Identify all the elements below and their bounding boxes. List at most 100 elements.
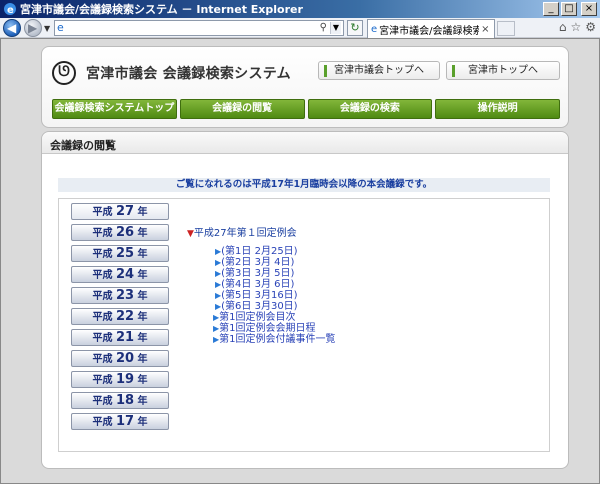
year-button-h18[interactable]: 平成 18 年 [71,392,169,409]
window-title-bar: e 宮津市議会/会議録検索システム － Internet Explorer _ … [0,0,600,18]
link-marker-icon [324,65,327,77]
year-number: 22 [115,309,135,324]
year-button-h17[interactable]: 平成 17 年 [71,413,169,430]
session-doc-label: 第1回定例会付議事件一覧 [219,334,336,345]
back-button[interactable]: ◀ [3,19,21,37]
session-doc-label: 第1回定例会会期日程 [219,323,316,334]
session-day-link-1[interactable]: ▶(第1日 2月25日) [215,246,336,257]
year-prefix: 平成 [92,375,113,386]
year-button-h25[interactable]: 平成 25 年 [71,245,169,262]
year-prefix: 平成 [92,312,113,323]
year-button-h22[interactable]: 平成 22 年 [71,308,169,325]
session-agenda-link[interactable]: ▶第1回定例会付議事件一覧 [213,334,336,345]
session-day-label: (第2日 3月 4日) [221,257,295,268]
year-suffix: 年 [137,228,148,239]
home-icon[interactable]: ⌂ [559,20,567,34]
site-header: ᘎ 宮津市議会 会議録検索システム 宮津市議会トップへ 宮津市トップへ 会議録検… [41,46,569,128]
year-number: 24 [115,267,135,282]
year-prefix: 平成 [92,396,113,407]
year-number: 18 [115,393,135,408]
year-suffix: 年 [137,291,148,302]
section-header: 会議録の閲覧 [42,132,568,154]
forward-button[interactable]: ▶ [24,19,42,37]
year-prefix: 平成 [92,333,113,344]
year-prefix: 平成 [92,291,113,302]
ie-logo-icon: e [3,2,17,16]
session-day-list: ▶(第1日 2月25日) ▶(第2日 3月 4日) ▶(第3日 3月 5日) ▶… [213,246,336,345]
session-day-label: (第5日 3月16日) [221,290,298,301]
session-day-label: (第1日 2月25日) [221,246,298,257]
arrow-right-icon: ▶ [28,21,38,35]
session-doc-label: 第1回定例会目次 [219,312,296,323]
address-dropdown-icon[interactable]: ▼ [330,22,341,34]
page-icon: e [57,21,64,34]
year-number: 27 [115,204,135,219]
arrow-left-icon: ◀ [7,21,17,35]
session-day-link-2[interactable]: ▶(第2日 3月 4日) [215,257,336,268]
session-schedule-link[interactable]: ▶第1回定例会会期日程 [213,323,336,334]
session-day-link-4[interactable]: ▶(第4日 3月 6日) [215,279,336,290]
site-title: 宮津市議会 会議録検索システム [86,66,291,82]
favorites-star-icon[interactable]: ☆ [570,20,581,34]
session-day-label: (第4日 3月 6日) [221,279,295,290]
search-icon[interactable]: ⚲ [320,22,327,33]
session-toc-link[interactable]: ▶第1回定例会目次 [213,312,336,323]
menu-system-top[interactable]: 会議録検索システムトップ [52,99,177,119]
session-day-link-6[interactable]: ▶(第6日 3月30日) [215,301,336,312]
year-suffix: 年 [137,333,148,344]
refresh-button[interactable]: ↻ [347,20,363,36]
close-button[interactable]: × [581,2,597,16]
year-button-h27[interactable]: 平成 27 年 [71,203,169,220]
year-number: 23 [115,288,135,303]
minutes-frame: 平成 27 年 平成 26 年 平成 25 年 平成 24 年 平成 23 年 … [58,198,550,452]
link-marker-icon [452,65,455,77]
city-top-link-label: 宮津市トップへ [468,65,538,76]
year-number: 25 [115,246,135,261]
year-button-h21[interactable]: 平成 21 年 [71,329,169,346]
browser-tab[interactable]: e 宮津市議会/会議録検索シ... × [367,19,495,38]
year-button-h26[interactable]: 平成 26 年 [71,224,169,241]
availability-notice: ご覧になれるのは平成17年1月臨時会以降の本会議録です。 [58,178,550,192]
session-day-label: (第3日 3月 5日) [221,268,295,279]
session-day-link-3[interactable]: ▶(第3日 3月 5日) [215,268,336,279]
red-triangle-icon: ▼ [187,229,194,239]
session-list: ▼平成27年第１回定例会 ▶(第1日 2月25日) ▶(第2日 3月 4日) ▶… [187,224,336,345]
year-suffix: 年 [137,396,148,407]
history-dropdown-icon[interactable]: ▼ [44,24,50,33]
year-button-h24[interactable]: 平成 24 年 [71,266,169,283]
year-prefix: 平成 [92,228,113,239]
council-top-link[interactable]: 宮津市議会トップへ [318,61,440,80]
menu-search-minutes[interactable]: 会議録の検索 [307,99,433,119]
year-suffix: 年 [137,417,148,428]
session-heading-label: 平成27年第１回定例会 [193,228,297,239]
year-button-h19[interactable]: 平成 19 年 [71,371,169,388]
browser-nav-bar: ◀ ▶ ▼ e ⚲ ▼ ↻ e 宮津市議会/会議録検索シ... × ⌂ ☆ ⚙ [0,18,600,38]
year-button-h20[interactable]: 平成 20 年 [71,350,169,367]
year-suffix: 年 [137,312,148,323]
council-top-link-label: 宮津市議会トップへ [334,65,424,76]
minimize-button[interactable]: _ [543,2,559,16]
year-suffix: 年 [137,249,148,260]
main-menu: 会議録検索システムトップ 会議録の閲覧 会議録の検索 操作説明 [52,99,560,119]
city-top-link[interactable]: 宮津市トップへ [446,61,560,80]
year-list: 平成 27 年 平成 26 年 平成 25 年 平成 24 年 平成 23 年 … [71,203,169,434]
page-viewport: ᘎ 宮津市議会 会議録検索システム 宮津市議会トップへ 宮津市トップへ 会議録検… [0,38,600,484]
address-bar[interactable]: e ⚲ ▼ [54,20,344,36]
session-day-label: (第6日 3月30日) [221,301,298,312]
tab-close-icon[interactable]: × [481,24,489,35]
year-prefix: 平成 [92,417,113,428]
menu-instructions[interactable]: 操作説明 [435,99,560,119]
new-tab-button[interactable] [497,21,515,36]
maximize-button[interactable]: □ [561,2,577,16]
year-button-h23[interactable]: 平成 23 年 [71,287,169,304]
year-number: 19 [115,372,135,387]
year-prefix: 平成 [92,249,113,260]
year-suffix: 年 [137,270,148,281]
city-logo-icon: ᘎ [52,61,76,85]
menu-browse-minutes[interactable]: 会議録の閲覧 [179,99,305,119]
session-day-link-5[interactable]: ▶(第5日 3月16日) [215,290,336,301]
year-prefix: 平成 [92,270,113,281]
gear-icon[interactable]: ⚙ [585,20,596,34]
year-number: 20 [115,351,135,366]
session-heading[interactable]: ▼平成27年第１回定例会 [187,224,336,239]
